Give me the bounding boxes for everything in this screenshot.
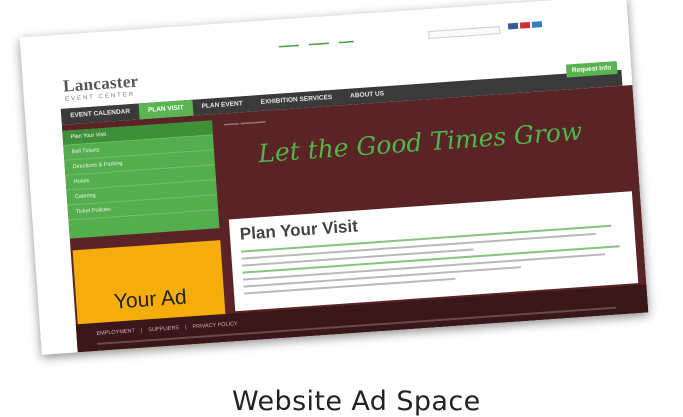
top-link[interactable]: ▬▬▬ <box>339 38 354 45</box>
social-icons <box>507 21 543 30</box>
youtube-icon[interactable] <box>519 21 531 29</box>
website-screenshot: ▬▬▬▬ ▬▬▬▬ ▬▬▬ Lancaster EVENT CENTER EVE… <box>19 0 649 355</box>
twitter-icon[interactable] <box>531 21 543 28</box>
footer-link-employment[interactable]: EMPLOYMENT <box>96 328 135 337</box>
search-input[interactable] <box>428 26 501 40</box>
top-link[interactable]: ▬▬▬▬ <box>309 40 329 47</box>
facebook-icon[interactable] <box>507 22 519 30</box>
sidebar: Plan Your Visit Bell Tickets Directions … <box>62 120 220 239</box>
footer-separator: | <box>184 324 187 331</box>
page-title: Plan Your Visit <box>239 216 359 244</box>
request-info-button[interactable]: Request Info <box>565 60 618 78</box>
footer-link-privacy[interactable]: PRIVACY POLICY <box>192 321 238 330</box>
top-links: ▬▬▬▬ ▬▬▬▬ ▬▬▬ <box>279 38 354 49</box>
ad-label: Your Ad <box>113 285 188 314</box>
top-link[interactable]: ▬▬▬▬ <box>279 42 299 49</box>
footer-link-suppliers[interactable]: SUPPLIERS <box>148 325 179 333</box>
footer-separator: | <box>140 327 143 334</box>
